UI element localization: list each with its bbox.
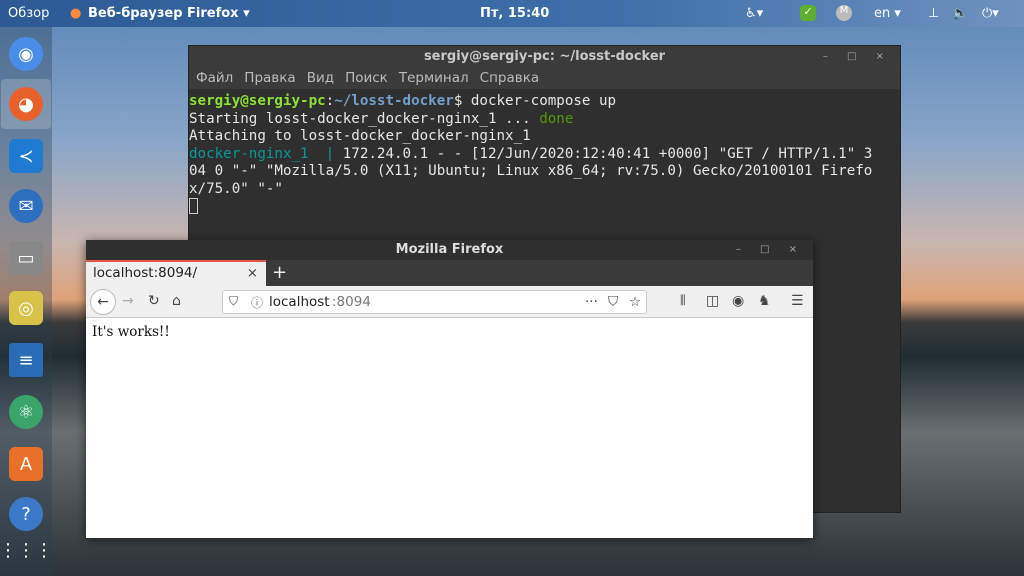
show-apps-icon[interactable]: ⋮⋮⋮ xyxy=(0,533,53,567)
top-bar: Обзор ● Веб-браузер Firefox ▾ Пт, 15:40 … xyxy=(0,0,1024,27)
info-icon[interactable]: ⓘ xyxy=(251,294,263,311)
accessibility-icon[interactable]: ♿▾ xyxy=(745,6,763,21)
service-name: docker-nginx_1 | xyxy=(189,145,343,162)
menu-edit[interactable]: Правка xyxy=(244,70,295,86)
window-controls[interactable]: – □ × xyxy=(823,46,892,67)
terminal-output[interactable]: sergiy@sergiy-pc:~/losst-docker$ docker-… xyxy=(189,89,900,216)
output-line: 04 0 "-" "Mozilla/5.0 (X11; Ubuntu; Linu… xyxy=(189,163,873,179)
dock: ◉ ◕ ≺ ✉ ▭ ◎ ≡ ⚛ A ? ⋮⋮⋮ xyxy=(0,27,53,576)
sidebar-icon[interactable]: ◫ xyxy=(706,293,719,309)
output-line: x/75.0" "-" xyxy=(189,180,283,197)
volume-icon[interactable]: 🔈 xyxy=(952,6,968,21)
page-content: It's works!! xyxy=(86,318,813,346)
extension-icon[interactable]: ♞ xyxy=(758,293,771,309)
page-actions-icon[interactable]: ··· xyxy=(585,294,598,310)
menu-help[interactable]: Справка xyxy=(480,70,539,86)
firefox-title: Mozilla Firefox xyxy=(395,242,504,257)
close-tab-icon[interactable]: × xyxy=(247,262,258,285)
atom-icon[interactable]: ⚛ xyxy=(9,395,43,429)
home-button[interactable]: ⌂ xyxy=(172,293,181,309)
prompt-path: ~/losst-docker xyxy=(334,93,454,109)
language-selector[interactable]: en ▾ xyxy=(874,6,901,21)
prompt-user: sergiy@sergiy-pc xyxy=(189,93,326,109)
back-button[interactable]: ← xyxy=(90,289,116,315)
menu-icon[interactable]: ☰ xyxy=(791,293,804,309)
page-text: It's works!! xyxy=(92,324,170,340)
output-line: Starting losst-docker_docker-nginx_1 ... xyxy=(189,110,540,127)
account-icon[interactable]: ◉ xyxy=(732,293,744,309)
pocket-icon[interactable]: ⛉ xyxy=(608,294,618,310)
thunderbird-icon[interactable]: ✉ xyxy=(9,189,43,223)
software-icon[interactable]: A xyxy=(9,447,43,481)
bookmark-star-icon[interactable]: ☆ xyxy=(629,294,641,310)
library-icon[interactable]: ⫼ xyxy=(680,293,686,308)
overview-button[interactable]: Обзор xyxy=(8,6,49,21)
menu-view[interactable]: Вид xyxy=(307,70,334,86)
window-controls[interactable]: – □ × xyxy=(736,240,805,260)
app-menu[interactable]: Веб-браузер Firefox ▾ xyxy=(88,6,250,21)
command: $ docker-compose up xyxy=(453,93,617,109)
check-icon[interactable]: ✓ xyxy=(800,5,816,21)
firefox-window[interactable]: Mozilla Firefox – □ × localhost:8094/× + … xyxy=(86,240,813,538)
forward-button[interactable]: → xyxy=(122,293,134,309)
nav-bar: ← → ↻ ⌂ ⛉ ⓘ localhost :8094 ··· ⛉ ☆ ⫼ ◫ … xyxy=(86,286,813,318)
help-icon[interactable]: ? xyxy=(9,497,43,531)
clock[interactable]: Пт, 15:40 xyxy=(480,6,549,21)
menu-terminal[interactable]: Терминал xyxy=(399,70,469,86)
network-icon[interactable]: ⊥ xyxy=(928,6,939,21)
reload-button[interactable]: ↻ xyxy=(148,293,160,309)
terminal-title: sergiy@sergiy-pc: ~/losst-docker xyxy=(423,49,666,64)
output-line: Attaching to losst-docker_docker-nginx_1 xyxy=(189,128,531,144)
m-icon[interactable]: M xyxy=(836,5,852,21)
files-icon[interactable]: ▭ xyxy=(9,241,43,275)
firefox-icon: ● xyxy=(70,6,82,21)
firefox-titlebar[interactable]: Mozilla Firefox – □ × xyxy=(86,240,813,260)
tab-bar: localhost:8094/ × + xyxy=(86,260,813,286)
rhythmbox-icon[interactable]: ◎ xyxy=(9,291,43,325)
terminal-menu: Файл Правка Вид Поиск Терминал Справка xyxy=(189,67,900,89)
chromium-icon[interactable]: ◉ xyxy=(9,37,43,71)
shield-icon: ⛉ xyxy=(229,294,239,308)
url-port: :8094 xyxy=(332,294,371,310)
url-bar[interactable]: ⛉ ⓘ localhost :8094 ··· ⛉ ☆ xyxy=(222,290,647,314)
power-icon[interactable]: ⏻▾ xyxy=(982,6,999,21)
vscode-icon[interactable]: ≺ xyxy=(9,139,43,173)
menu-search[interactable]: Поиск xyxy=(345,70,388,86)
cursor xyxy=(189,198,198,214)
url-host: localhost xyxy=(269,294,330,310)
output-line: 172.24.0.1 - - [12/Jun/2020:12:40:41 +00… xyxy=(342,145,873,162)
status-done: done xyxy=(539,110,574,127)
tab-localhost[interactable]: localhost:8094/ × xyxy=(86,260,266,286)
new-tab-button[interactable]: + xyxy=(272,260,287,286)
menu-file[interactable]: Файл xyxy=(196,70,233,86)
firefox-icon[interactable]: ◕ xyxy=(9,87,43,121)
tab-label: localhost:8094/ xyxy=(93,265,198,281)
terminal-titlebar[interactable]: sergiy@sergiy-pc: ~/losst-docker – □ × xyxy=(189,46,900,67)
writer-icon[interactable]: ≡ xyxy=(9,343,43,377)
